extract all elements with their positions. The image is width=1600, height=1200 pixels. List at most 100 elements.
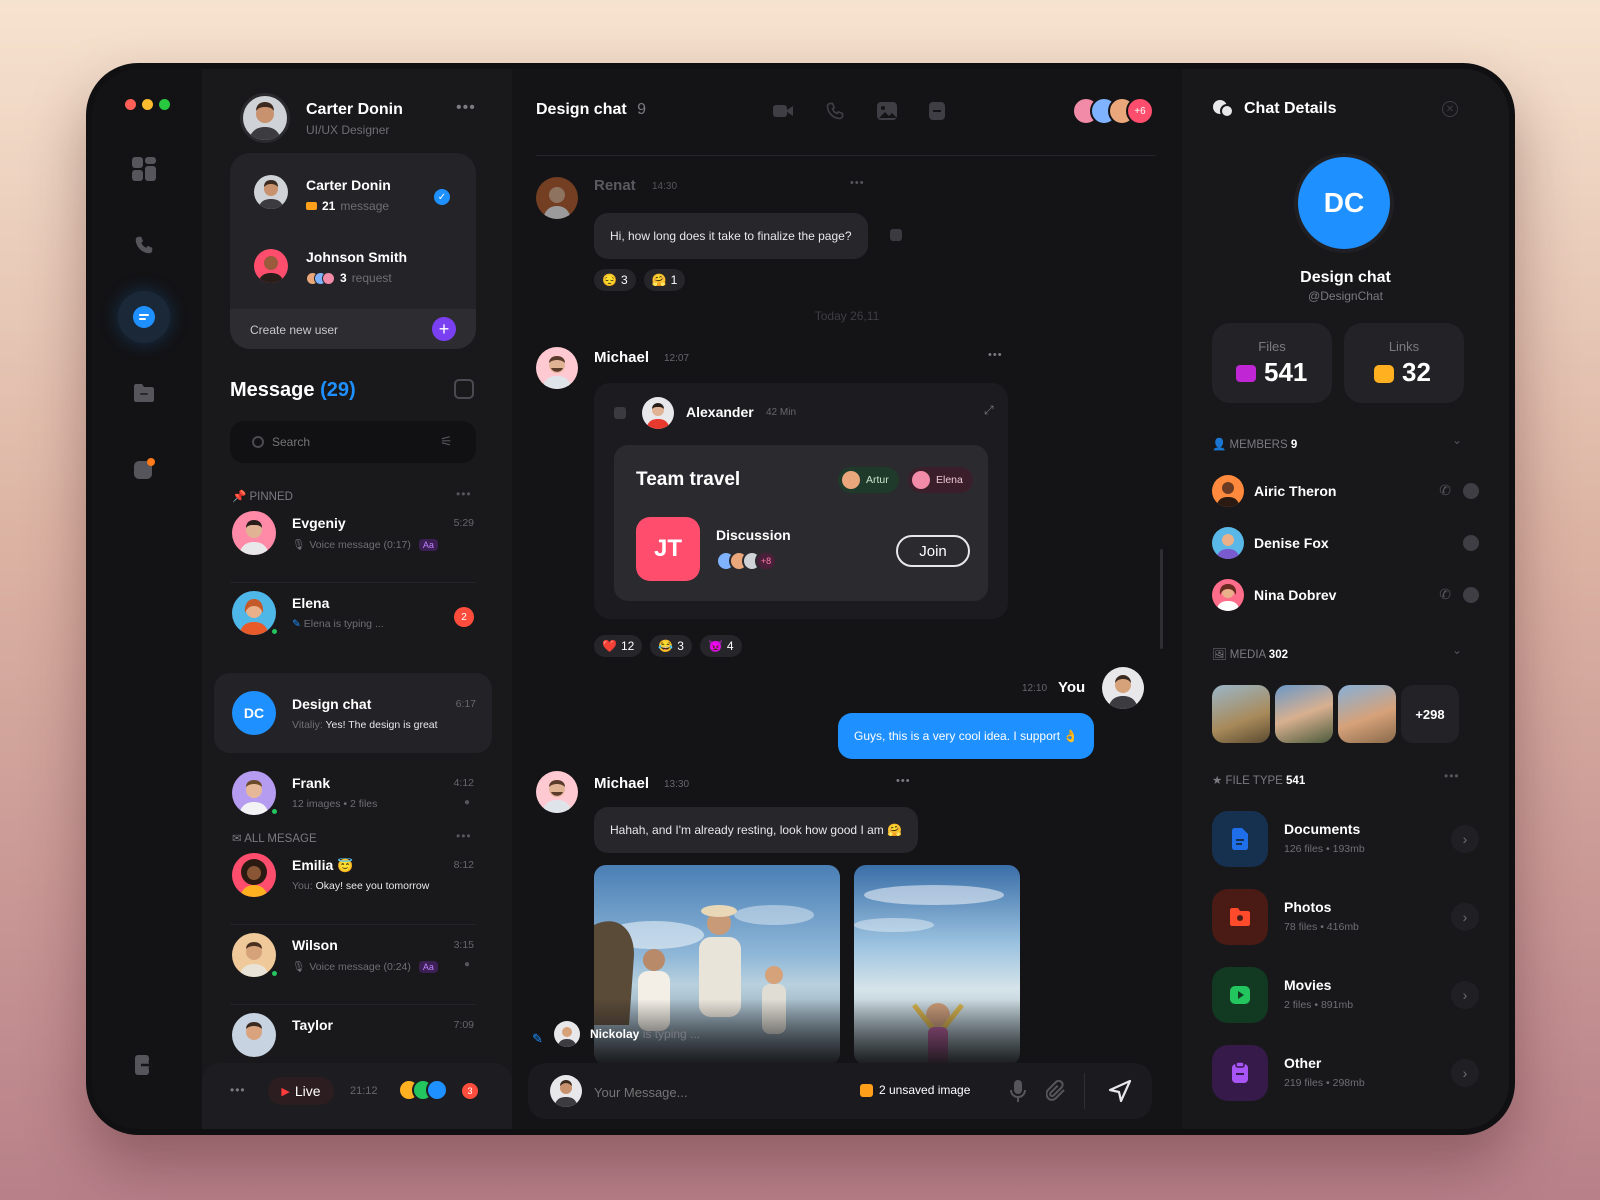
chat-member-avatars[interactable]: +6 — [1072, 97, 1154, 125]
maximize-dot[interactable] — [159, 99, 170, 110]
media-chevron-icon[interactable]: ⌄ — [1452, 643, 1462, 657]
reaction-chip[interactable]: ❤️ 12 — [594, 635, 643, 657]
reaction-chip[interactable]: 😂 3 — [650, 635, 692, 657]
switch-user-name[interactable]: Carter Donin — [306, 177, 391, 193]
conversation-preview: 🎙 Voice message (0:24) Aa — [292, 960, 438, 973]
michael-avatar — [536, 347, 578, 389]
compose-icon[interactable] — [454, 379, 474, 399]
reaction-count: 4 — [726, 639, 734, 653]
composer-avatar — [550, 1075, 582, 1107]
request-count: 3 — [340, 271, 347, 285]
close-dot[interactable] — [125, 99, 136, 110]
filetype-movies[interactable]: Movies 2 files • 891mb › — [1212, 967, 1479, 1027]
mic-icon[interactable] — [1010, 1079, 1026, 1108]
notes-icon[interactable] — [128, 453, 160, 485]
nav-rail — [92, 69, 202, 1129]
all-more-icon[interactable]: ••• — [456, 829, 472, 843]
conversation-item-elena[interactable]: Elena ✎ Elena is typing ... 2 — [230, 589, 476, 649]
filetype-documents[interactable]: Documents 126 files • 193mb › — [1212, 811, 1479, 871]
member-row[interactable]: Nina Dobrev ✆ — [1212, 579, 1479, 613]
video-icon[interactable] — [772, 101, 794, 121]
filetype-more-icon[interactable]: ••• — [1444, 769, 1460, 783]
join-button[interactable]: Join — [896, 535, 970, 567]
media-thumb[interactable] — [1275, 685, 1333, 743]
links-stat-label: Links — [1388, 339, 1420, 354]
unsaved-images[interactable]: 2 unsaved image — [860, 1083, 970, 1097]
event-title: Team travel — [636, 469, 741, 490]
add-user-button[interactable]: + — [432, 317, 456, 341]
pinned-more-icon[interactable]: ••• — [456, 487, 472, 501]
scrollbar[interactable] — [1160, 549, 1163, 649]
attach-icon[interactable] — [1045, 1079, 1068, 1108]
account-more-icon[interactable]: ••• — [456, 99, 476, 117]
reply-icon[interactable] — [890, 229, 902, 241]
chevron-right-icon[interactable]: › — [1451, 825, 1479, 853]
call-icon[interactable] — [824, 101, 846, 121]
switch-user-name[interactable]: Johnson Smith — [306, 249, 407, 265]
chevron-right-icon[interactable]: › — [1451, 981, 1479, 1009]
close-icon[interactable]: ✕ — [1442, 101, 1458, 117]
images-count: 12 images — [292, 798, 341, 810]
reply-icon[interactable] — [614, 407, 626, 419]
online-dot — [270, 969, 279, 978]
member-row[interactable]: Denise Fox — [1212, 527, 1479, 561]
reaction-chip[interactable]: 😔 3 — [594, 269, 636, 291]
media-thumb[interactable] — [1212, 685, 1270, 743]
michael-time: 12:07 — [664, 353, 690, 364]
expand-icon[interactable]: ⤢ — [984, 403, 994, 418]
phone-icon[interactable] — [128, 229, 160, 261]
links-stat[interactable]: Links 32 — [1344, 323, 1464, 403]
chevron-right-icon[interactable]: › — [1451, 903, 1479, 931]
call-icon[interactable]: ✆ — [1439, 586, 1451, 603]
tag-name: Elena — [936, 474, 963, 486]
folder-icon[interactable] — [128, 377, 160, 409]
files-stat[interactable]: Files 541 — [1212, 323, 1332, 403]
message-input[interactable] — [594, 1081, 834, 1103]
send-icon[interactable] — [1108, 1079, 1132, 1108]
filter-icon[interactable]: ⚟ — [440, 433, 453, 450]
filetype-name: Documents — [1284, 821, 1361, 837]
create-user-label[interactable]: Create new user — [250, 323, 338, 337]
message-more-icon[interactable]: ••• — [850, 177, 865, 189]
michael-name: Michael — [594, 775, 650, 792]
media-more[interactable]: +298 — [1401, 685, 1459, 743]
reaction-chip[interactable]: 👿 4 — [699, 635, 742, 657]
conversation-item-emilia[interactable]: Emilia 😇 You: Okay! see you tomorrow 8:1… — [230, 851, 476, 911]
search-input[interactable] — [272, 431, 422, 453]
conversation-item-frank[interactable]: Frank 12 images • 2 files 4:12 ● — [230, 769, 476, 829]
live-more-icon[interactable]: ••• — [230, 1083, 246, 1097]
chevron-right-icon[interactable]: › — [1451, 1059, 1479, 1087]
member-row[interactable]: Airic Theron ✆ — [1212, 475, 1479, 509]
filetype-other[interactable]: Other 219 files • 298mb › — [1212, 1045, 1479, 1105]
message-icon[interactable] — [1463, 587, 1479, 603]
message-icon[interactable] — [1463, 535, 1479, 551]
reaction-chip[interactable]: 🤗 1 — [643, 269, 686, 291]
call-icon[interactable]: ✆ — [1439, 482, 1451, 499]
live-button[interactable]: ▶ Live — [268, 1077, 334, 1105]
logout-icon[interactable] — [128, 1049, 160, 1081]
media-thumb[interactable] — [1338, 685, 1396, 743]
minimize-dot[interactable] — [142, 99, 153, 110]
chat-bubble-icon[interactable] — [128, 301, 160, 333]
avatar — [232, 511, 276, 555]
document-icon[interactable] — [928, 101, 946, 121]
conversation-item-design-chat[interactable]: DC Design chat Vitaliy: Yes! The design … — [214, 673, 492, 753]
conversation-item-taylor[interactable]: Taylor 7:09 — [230, 1011, 476, 1057]
message-icon[interactable] — [1463, 483, 1479, 499]
card-author: Alexander — [686, 404, 754, 420]
gallery-icon[interactable] — [876, 101, 898, 121]
tag-name: Artur — [866, 474, 889, 486]
filetype-size: 891mb — [1320, 999, 1354, 1011]
conversation-preview: ✎ Elena is typing ... — [292, 618, 384, 630]
members-chevron-icon[interactable]: ⌄ — [1452, 433, 1462, 447]
account-avatar[interactable] — [240, 93, 290, 143]
conversation-item-wilson[interactable]: Wilson 🎙 Voice message (0:24) Aa 3:15 ● — [230, 931, 476, 991]
conversation-item-evgeniy[interactable]: Evgeniy 🎙 Voice message (0:17) Aa 5:29 — [230, 509, 476, 569]
conversation-name-text: Emilia — [292, 857, 334, 873]
avatar — [232, 1013, 276, 1057]
filetype-photos[interactable]: Photos 78 files • 416mb › — [1212, 889, 1479, 949]
dashboard-icon[interactable] — [128, 153, 160, 185]
message-more-icon[interactable]: ••• — [988, 349, 1003, 361]
image-icon — [860, 1083, 873, 1097]
message-more-icon[interactable]: ••• — [896, 775, 911, 787]
